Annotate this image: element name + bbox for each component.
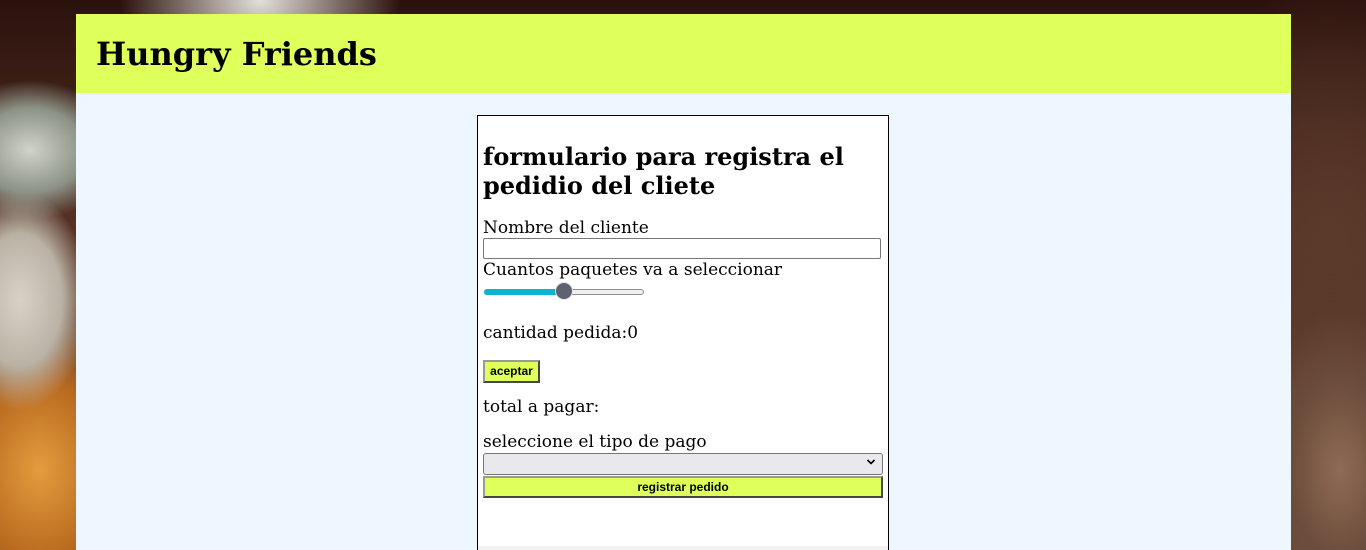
quantity-label: cantidad pedida: bbox=[483, 323, 628, 343]
chevron-down-icon bbox=[866, 459, 876, 465]
customer-name-input[interactable] bbox=[483, 238, 881, 259]
slider-thumb[interactable] bbox=[555, 282, 573, 300]
site-title: Hungry Friends bbox=[96, 35, 377, 73]
packages-label: Cuantos paquetes va a seleccionar bbox=[483, 260, 783, 280]
total-text: total a pagar: bbox=[483, 397, 599, 417]
payment-type-label: seleccione el tipo de pago bbox=[483, 432, 707, 452]
payment-type-select[interactable] bbox=[483, 453, 883, 475]
quantity-value: 0 bbox=[627, 323, 639, 343]
register-order-button[interactable]: registrar pedido bbox=[483, 476, 883, 498]
order-form: formulario para registra el pedidio del … bbox=[477, 115, 889, 550]
form-title: formulario para registra el pedidio del … bbox=[483, 142, 844, 200]
site-header: Hungry Friends bbox=[76, 14, 1291, 93]
quantity-text: cantidad pedida:0 bbox=[483, 323, 638, 343]
packages-slider[interactable] bbox=[484, 282, 646, 302]
panel-bottom-divider bbox=[478, 546, 888, 550]
accept-button[interactable]: aceptar bbox=[483, 360, 540, 383]
customer-name-label: Nombre del cliente bbox=[483, 218, 649, 238]
main-container: Hungry Friends formulario para registra … bbox=[76, 14, 1291, 550]
total-label: total a pagar: bbox=[483, 397, 600, 417]
slider-fill bbox=[484, 289, 564, 295]
